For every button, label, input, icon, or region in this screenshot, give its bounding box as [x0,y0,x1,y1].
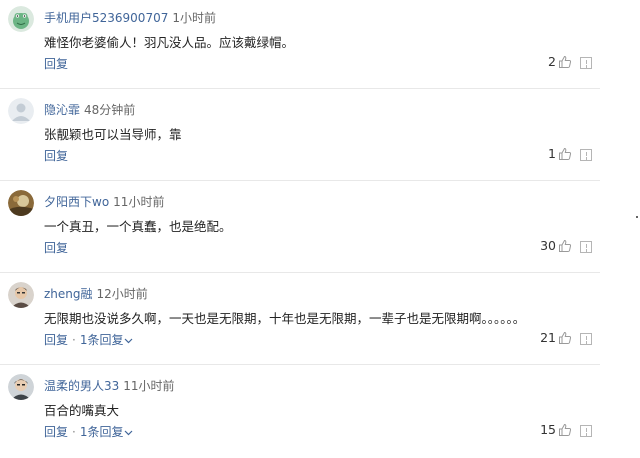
comment-item: 隐沁霏 48分钟前 张靓颖也可以当导师，靠 回复 1 [0,92,600,182]
like-button[interactable]: 21 [540,330,572,345]
comment-time: 12小时前 [96,287,148,301]
comment-username[interactable]: 夕阳西下wo [44,195,109,209]
divider [0,364,600,365]
photo-avatar-icon [8,190,34,216]
replies-count-label: 1条回复 [79,333,124,347]
divider [0,180,600,181]
reply-button[interactable]: 回复 [44,149,68,163]
frog-avatar-icon [8,6,34,32]
comment-text: 一个真丑，一个真蠢，也是绝配。 [44,219,232,234]
like-button[interactable]: 30 [540,238,572,253]
report-icon[interactable] [580,149,592,161]
comment-item: zheng融 12小时前 无限期也没说多久啊，一天也是无限期，十年也是无限期，一辈… [0,276,600,366]
comment-text: 难怪你老婆偷人！羽凡没人品。应该戴绿帽。 [44,35,295,50]
avatar[interactable] [8,374,34,400]
like-button[interactable]: 2 [548,54,572,69]
comment-item: 温柔的男人33 11小时前 百合的嘴真大 回复 · 1条回复 15 [0,368,600,458]
comment-time: 11小时前 [123,379,175,393]
comment-item: 夕阳西下wo 11小时前 一个真丑，一个真蠢，也是绝配。 回复 30 [0,184,600,274]
avatar[interactable] [8,6,34,32]
divider [0,272,600,273]
like-count: 2 [548,54,556,69]
view-replies-button[interactable]: 1条回复 [80,425,134,439]
comment-text: 张靓颖也可以当导师，靠 [44,127,182,142]
thumbs-up-icon [559,147,572,160]
report-icon[interactable] [580,333,592,345]
reply-button[interactable]: 回复 [44,57,68,71]
report-icon[interactable] [580,57,592,69]
like-button[interactable]: 1 [548,146,572,161]
chevron-down-icon [125,430,133,435]
view-replies-button[interactable]: 1条回复 [80,333,134,347]
thumbs-up-icon [559,55,572,68]
comment-text: 百合的嘴真大 [44,403,120,418]
thumbs-up-icon [559,331,572,344]
separator-dot: · [72,333,76,347]
report-icon[interactable] [580,425,592,437]
like-count: 15 [540,422,556,437]
comment-time: 11小时前 [113,195,165,209]
separator-dot: · [72,425,76,439]
like-count: 1 [548,146,556,161]
like-count: 21 [540,330,556,345]
thumbs-up-icon [559,239,572,252]
avatar[interactable] [8,98,34,124]
thumbs-up-icon [559,423,572,436]
avatar[interactable] [8,190,34,216]
comment-time: 48分钟前 [84,103,136,117]
replies-count-label: 1条回复 [79,425,124,439]
comment-item: 手机用户5236900707 1小时前 难怪你老婆偷人！羽凡没人品。应该戴绿帽。 … [0,0,600,90]
default-avatar-icon [8,98,34,124]
report-icon[interactable] [580,241,592,253]
person-avatar-icon [8,282,34,308]
reply-button[interactable]: 回复 [44,425,68,439]
chevron-down-icon [125,338,133,343]
comment-text: 无限期也没说多久啊，一天也是无限期，十年也是无限期，一辈子也是无限期啊。。。。。… [44,311,526,326]
like-count: 30 [540,238,556,253]
reply-button[interactable]: 回复 [44,333,68,347]
comment-username[interactable]: 隐沁霏 [44,103,80,117]
like-button[interactable]: 15 [540,422,572,437]
comment-username[interactable]: 手机用户5236900707 [44,11,168,25]
person-avatar-icon [8,374,34,400]
comment-time: 1小时前 [172,11,216,25]
stray-dot [636,216,638,218]
comment-username[interactable]: zheng融 [44,287,93,301]
comment-username[interactable]: 温柔的男人33 [44,379,119,393]
avatar[interactable] [8,282,34,308]
divider [0,88,600,89]
reply-button[interactable]: 回复 [44,241,68,255]
